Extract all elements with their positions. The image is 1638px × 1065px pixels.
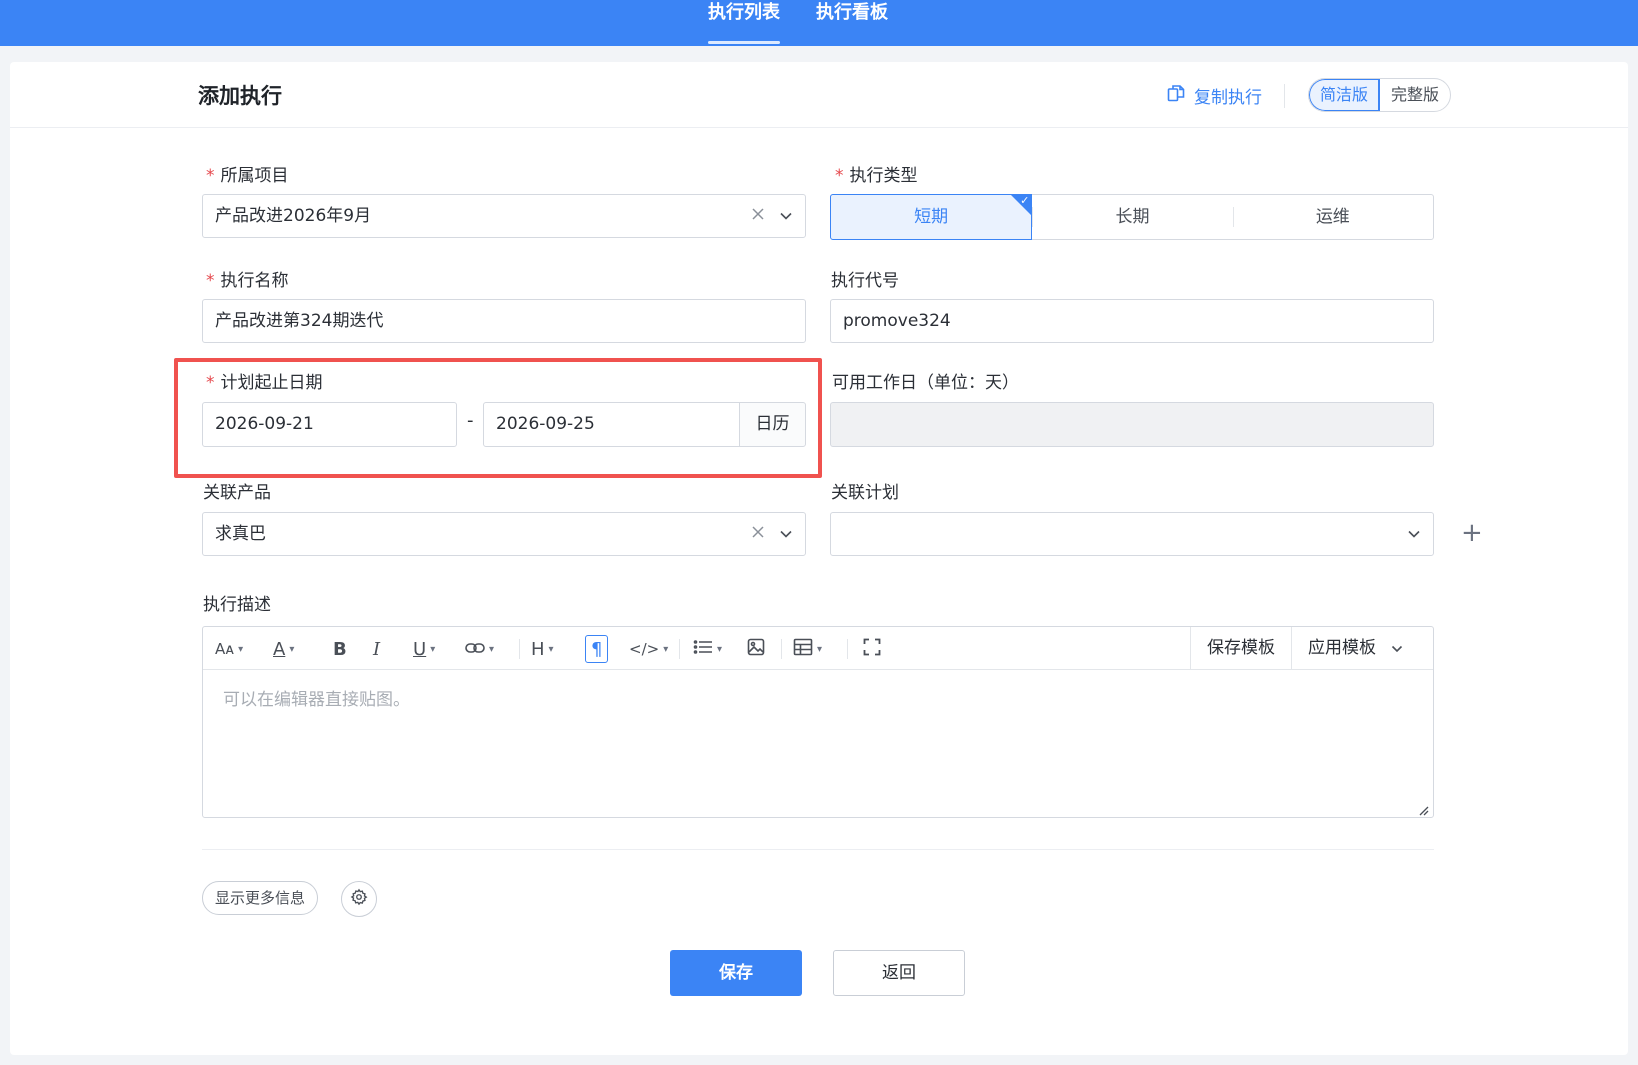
- chevron-down-icon: ▾: [289, 643, 295, 655]
- save-button[interactable]: 保存: [670, 950, 802, 996]
- back-button[interactable]: 返回: [833, 950, 965, 996]
- editor-toolbar: Aᴀ ▾ A ▾ B I U ▾ ▾ H ▾ ¶ </> ▾ ▾ ▾ 保存模板 应用模板: [203, 627, 1433, 670]
- exec-type-selector: 短期 ✓ 长期 运维: [830, 194, 1434, 240]
- section-divider: [202, 849, 1434, 850]
- project-value: 产品改进2026年9月: [215, 206, 372, 226]
- underline-icon: U: [413, 638, 427, 660]
- start-date-input[interactable]: 2026-09-21: [202, 402, 457, 447]
- chevron-down-icon: ▾: [663, 643, 669, 655]
- exec-code-input[interactable]: promove324: [830, 299, 1434, 343]
- description-editor: Aᴀ ▾ A ▾ B I U ▾ ▾ H ▾ ¶ </> ▾ ▾ ▾ 保存模板 应用模板 …: [202, 626, 1434, 818]
- exec-type-long[interactable]: 长期: [1032, 195, 1232, 239]
- bold-icon: B: [333, 638, 347, 660]
- editor-placeholder[interactable]: 可以在编辑器直接贴图。: [223, 685, 410, 710]
- end-date-input[interactable]: 2026-09-25: [483, 402, 741, 447]
- font-color-tool[interactable]: A ▾: [273, 635, 294, 663]
- chevron-down-icon: [1391, 627, 1403, 669]
- tab-exec-board[interactable]: 执行看板: [816, 0, 888, 46]
- font-color-icon: A: [273, 638, 286, 660]
- chevron-down-icon: ▾: [817, 643, 823, 655]
- workdays-input: [830, 402, 1434, 447]
- exec-type-ops[interactable]: 运维: [1232, 195, 1433, 239]
- workdays-label: 可用工作日（单位：天）: [832, 373, 1019, 393]
- resize-handle-icon[interactable]: [1417, 801, 1429, 816]
- add-plan-button[interactable]: +: [1461, 518, 1483, 548]
- show-more-info-button[interactable]: 显示更多信息: [202, 881, 319, 915]
- tab-exec-list[interactable]: 执行列表: [708, 0, 780, 46]
- list-tool[interactable]: ▾: [693, 635, 722, 663]
- plan-select[interactable]: [830, 512, 1434, 556]
- code-icon: </>: [629, 640, 660, 658]
- chevron-down-icon[interactable]: [1407, 513, 1421, 555]
- mode-full[interactable]: 完整版: [1380, 79, 1450, 111]
- mode-simple[interactable]: 简洁版: [1309, 79, 1381, 111]
- bold-tool[interactable]: B: [333, 635, 347, 663]
- description-label: 执行描述: [203, 595, 271, 615]
- exec-code-label: 执行代号: [831, 271, 899, 291]
- plan-label: 关联计划: [831, 483, 899, 503]
- link-icon: [465, 639, 485, 660]
- heading-tool[interactable]: H ▾: [531, 635, 554, 663]
- code-tool[interactable]: </> ▾: [629, 635, 668, 663]
- exec-type-label: * 执行类型: [835, 166, 918, 186]
- chevron-down-icon[interactable]: [779, 513, 793, 555]
- table-icon: [793, 638, 813, 661]
- project-label: * 所属项目: [206, 166, 289, 186]
- page-title: 添加执行: [198, 84, 282, 108]
- apply-template-button[interactable]: 应用模板: [1291, 627, 1433, 669]
- italic-icon: I: [373, 638, 381, 660]
- chevron-down-icon: ▾: [430, 643, 436, 655]
- image-icon: [747, 638, 765, 661]
- project-select[interactable]: 产品改进2026年9月: [202, 194, 806, 238]
- chevron-down-icon[interactable]: [779, 195, 793, 237]
- copy-icon: [1166, 83, 1186, 108]
- paragraph-icon: ¶: [591, 638, 603, 660]
- table-tool[interactable]: ▾: [793, 635, 822, 663]
- date-separator: -: [467, 410, 474, 431]
- settings-button[interactable]: [341, 881, 377, 917]
- fullscreen-icon: [863, 638, 881, 661]
- font-size-tool[interactable]: Aᴀ ▾: [215, 635, 243, 663]
- product-select[interactable]: 求真巴: [202, 512, 806, 556]
- card-header: 添加执行 复制执行 简洁版 完整版: [10, 62, 1628, 128]
- copy-exec-button[interactable]: 复制执行: [1166, 80, 1262, 110]
- list-icon: [693, 639, 713, 660]
- gear-icon: [350, 888, 368, 910]
- header-divider: [1284, 84, 1285, 108]
- paragraph-tool[interactable]: ¶: [585, 635, 609, 663]
- plan-dates-label: * 计划起止日期: [206, 373, 323, 393]
- save-template-button[interactable]: 保存模板: [1190, 627, 1275, 669]
- chevron-down-icon: ▾: [489, 643, 495, 655]
- check-icon: ✓: [1020, 194, 1030, 207]
- exec-type-short[interactable]: 短期 ✓: [830, 194, 1033, 240]
- chevron-down-icon: ▾: [238, 643, 244, 655]
- heading-icon: H: [531, 638, 545, 660]
- fullscreen-tool[interactable]: [863, 635, 881, 663]
- calendar-button[interactable]: 日历: [739, 402, 806, 447]
- exec-name-label: * 执行名称: [206, 271, 289, 291]
- clear-icon[interactable]: [751, 195, 765, 237]
- plus-icon: +: [1461, 518, 1483, 548]
- exec-name-input[interactable]: 产品改进第324期迭代: [202, 299, 806, 343]
- italic-tool[interactable]: I: [373, 635, 380, 663]
- underline-tool[interactable]: U ▾: [413, 635, 435, 663]
- image-tool[interactable]: [747, 635, 765, 663]
- top-nav: 执行列表 执行看板: [0, 0, 1638, 46]
- copy-exec-label: 复制执行: [1194, 87, 1262, 108]
- chevron-down-icon: ▾: [548, 643, 554, 655]
- chevron-down-icon: ▾: [717, 643, 723, 655]
- link-tool[interactable]: ▾: [465, 635, 494, 663]
- font-size-icon: Aᴀ: [215, 640, 235, 658]
- product-label: 关联产品: [203, 483, 271, 503]
- mode-toggle: 简洁版 完整版: [1308, 78, 1452, 112]
- clear-icon[interactable]: [751, 513, 765, 555]
